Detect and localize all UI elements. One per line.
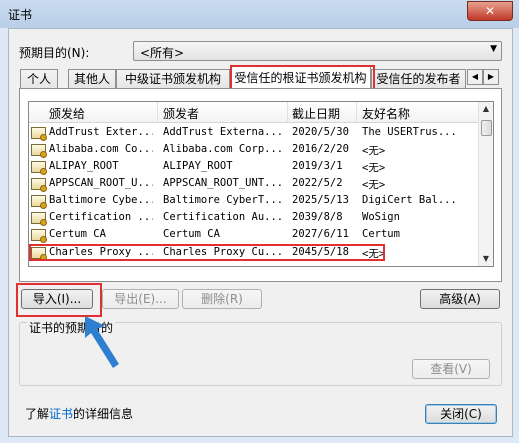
learn-suffix: 的详细信息 [73,407,134,421]
tab-other-people[interactable]: 其他人 [68,69,116,89]
scroll-thumb[interactable] [481,120,492,136]
certificate-list[interactable]: 颁发给 颁发者 截止日期 友好名称 AddTrust Exter... AddT… [28,101,494,267]
cell-issued-to: AddTrust Exter... [49,126,153,138]
cell-friendly-name: <无> [362,162,386,174]
table-row[interactable]: Certification ... Certification Au... 20… [29,209,479,226]
cell-friendly-name: <无> [362,145,386,157]
cell-expiration: 2020/5/30 [292,126,349,138]
table-row[interactable]: Baltimore Cybe... Baltimore CyberT... 20… [29,192,479,209]
cell-expiration: 2019/3/1 [292,160,343,172]
remove-button[interactable]: 删除(R) [182,289,262,309]
tab-scroll-right-icon[interactable]: ▶ [483,69,499,85]
tab-panel: 颁发给 颁发者 截止日期 友好名称 AddTrust Exter... AddT… [19,88,502,282]
scroll-up-icon[interactable]: ▲ [479,102,493,116]
list-header: 颁发给 颁发者 截止日期 友好名称 [29,102,479,123]
import-highlight-box [16,283,102,317]
column-divider[interactable] [157,102,158,122]
table-row[interactable]: ALIPAY_ROOT ALIPAY_ROOT 2019/3/1 <无> [29,158,479,175]
row-highlight-box [29,244,385,261]
tab-scroll-left-icon[interactable]: ◀ [467,69,483,85]
close-button[interactable]: 关闭(C) [425,404,497,424]
purpose-value: <所有> [140,46,185,60]
table-row[interactable]: APPSCAN_ROOT_U... APPSCAN_ROOT_UNT... 20… [29,175,479,192]
purpose-label: 预期目的(N): [19,46,90,60]
cell-friendly-name: Certum [362,228,400,240]
cell-issued-by: AddTrust Externa... [163,126,283,138]
certificate-icon [31,161,47,175]
window-title: 证书 [8,8,33,22]
certificate-icon [31,195,47,209]
title-bar: 证书 ✕ [0,0,519,28]
list-scrollbar[interactable]: ▲ ▼ [478,102,493,266]
cell-issued-by: Alibaba.com Corp... [163,143,283,155]
column-issued-by[interactable]: 颁发者 [163,105,199,122]
export-button[interactable]: 导出(E)... [102,289,179,309]
annotation-arrow-icon [85,316,119,368]
cell-issued-to: APPSCAN_ROOT_U... [49,177,153,189]
cell-issued-by: ALIPAY_ROOT [163,160,233,172]
cell-issued-to: Alibaba.com Co... [49,143,153,155]
certificate-icon [31,229,47,243]
cell-issued-by: Certification Au... [163,211,283,223]
cell-friendly-name: WoSign [362,211,400,223]
learn-prefix: 了解 [25,407,50,421]
advanced-button[interactable]: 高级(A) [420,289,500,309]
table-row[interactable]: AddTrust Exter... AddTrust Externa... 20… [29,124,479,141]
cell-expiration: 2039/8/8 [292,211,343,223]
certificate-icon [31,127,47,141]
tab-trusted-publishers[interactable]: 受信任的发布者 [371,69,466,89]
close-window-button[interactable]: ✕ [467,1,513,21]
dialog-body: 预期目的(N): <所有> ▼ 个人 其他人 中级证书颁发机构 受信任的根证书颁… [8,28,513,437]
cell-friendly-name: The USERTrus... [362,126,457,138]
column-issued-to[interactable]: 颁发给 [49,105,85,122]
view-button[interactable]: 查看(V) [412,359,490,379]
cell-issued-to: Certification ... [49,211,153,223]
purpose-dropdown[interactable]: <所有> ▼ [133,41,502,61]
tab-personal[interactable]: 个人 [20,69,58,89]
table-row[interactable]: Certum CA Certum CA 2027/6/11 Certum [29,226,479,243]
table-row[interactable]: Alibaba.com Co... Alibaba.com Corp... 20… [29,141,479,158]
column-divider[interactable] [356,102,357,122]
cell-expiration: 2027/6/11 [292,228,349,240]
cell-issued-by: APPSCAN_ROOT_UNT... [163,177,283,189]
column-friendly-name[interactable]: 友好名称 [362,105,410,122]
chevron-down-icon: ▼ [490,44,497,54]
column-expiration[interactable]: 截止日期 [292,105,340,122]
certificate-icon [31,178,47,192]
cell-issued-to: ALIPAY_ROOT [49,160,119,172]
learn-more-text: 了解证书的详细信息 [25,405,133,422]
cell-issued-by: Baltimore CyberT... [163,194,283,206]
certificate-link[interactable]: 证书 [49,407,73,421]
cell-expiration: 2025/5/13 [292,194,349,206]
cell-expiration: 2022/5/2 [292,177,343,189]
cell-friendly-name: <无> [362,179,386,191]
cell-friendly-name: DigiCert Bal... [362,194,457,206]
cell-expiration: 2016/2/20 [292,143,349,155]
cell-issued-by: Certum CA [163,228,220,240]
column-divider[interactable] [287,102,288,122]
certificate-icon [31,212,47,226]
certificate-icon [31,144,47,158]
cell-issued-to: Baltimore Cybe... [49,194,153,206]
tab-intermediate-ca[interactable]: 中级证书颁发机构 [116,69,230,89]
cell-issued-to: Certum CA [49,228,106,240]
scroll-down-icon[interactable]: ▼ [479,252,493,266]
